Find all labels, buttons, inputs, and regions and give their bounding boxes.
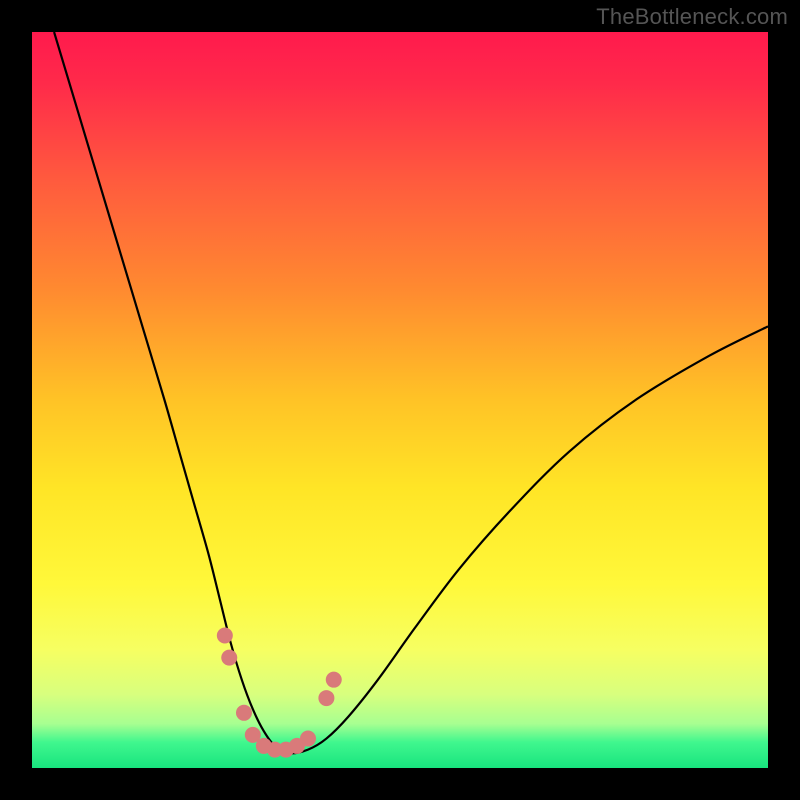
highlight-dot xyxy=(326,672,342,688)
plot-area xyxy=(32,32,768,768)
gradient-background xyxy=(32,32,768,768)
watermark-text: TheBottleneck.com xyxy=(596,4,788,30)
bottleneck-chart xyxy=(32,32,768,768)
highlight-dot xyxy=(236,705,252,721)
highlight-dot xyxy=(318,690,334,706)
highlight-dot xyxy=(300,731,316,747)
highlight-dot xyxy=(221,650,237,666)
chart-frame: TheBottleneck.com xyxy=(0,0,800,800)
highlight-dot xyxy=(217,628,233,644)
